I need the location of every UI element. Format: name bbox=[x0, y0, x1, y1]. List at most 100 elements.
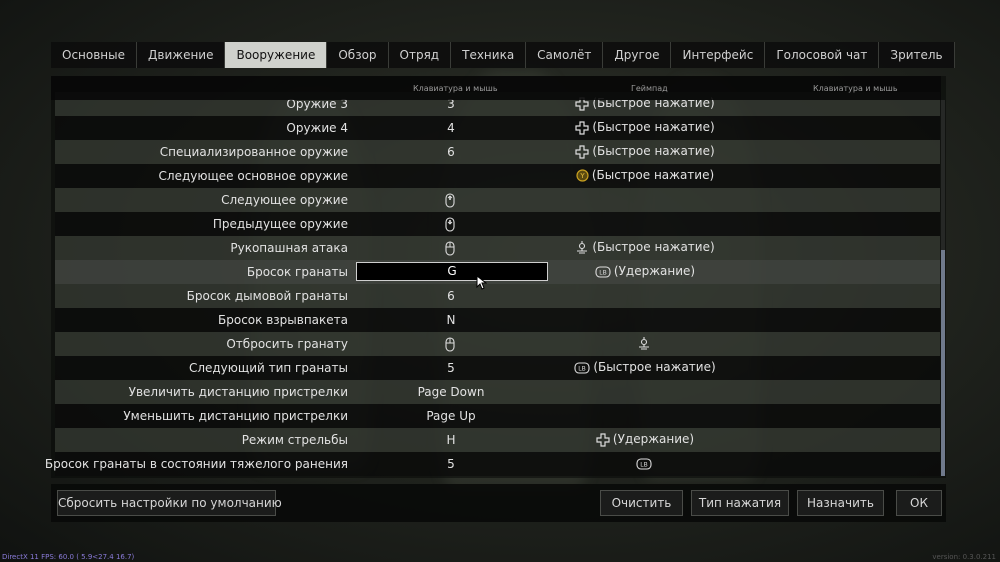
gamepad-binding-label: (Удержание) bbox=[612, 432, 695, 446]
action-name: Бросок гранаты в состоянии тяжелого ране… bbox=[44, 457, 348, 471]
mouse-wheel-down-icon bbox=[444, 217, 455, 232]
tab-other[interactable]: Другое bbox=[603, 42, 672, 68]
keyboard-binding[interactable]: 5 bbox=[356, 361, 546, 375]
keyboard-binding-label: H bbox=[446, 433, 456, 447]
keyboard-binding[interactable] bbox=[356, 337, 546, 352]
keyboard-binding[interactable]: Page Up bbox=[356, 409, 546, 423]
action-name: Следующий тип гранаты bbox=[188, 361, 348, 375]
keyboard-binding[interactable]: 6 bbox=[356, 289, 546, 303]
keybind-row[interactable]: Следующий тип гранаты 5 LB (Быстрое нажатие… bbox=[55, 356, 940, 380]
gamepad-binding[interactable]: (Удержание) bbox=[546, 432, 744, 447]
y-button-icon: Y bbox=[576, 169, 589, 182]
keyboard-binding-label: Page Up bbox=[426, 409, 476, 423]
svg-text:LB: LB bbox=[579, 365, 586, 372]
keybind-row[interactable]: Увеличить дистанцию пристрелки Page Down bbox=[55, 380, 940, 404]
action-name: Следующее оружие bbox=[221, 193, 348, 207]
mouse-button-icon bbox=[444, 337, 455, 352]
keyboard-binding-label: Page Down bbox=[417, 385, 485, 399]
tab-movement[interactable]: Движение bbox=[137, 42, 226, 68]
keybind-row[interactable]: Рукопашная атака (Быстрое нажатие) bbox=[55, 236, 940, 260]
keyboard-binding[interactable]: 5 bbox=[356, 457, 546, 471]
keybind-row[interactable]: Бросок дымовой гранаты 6 bbox=[55, 284, 940, 308]
keyboard-binding[interactable] bbox=[356, 217, 546, 232]
press-type-button[interactable]: Тип нажатия bbox=[691, 490, 789, 516]
tab-view[interactable]: Обзор bbox=[327, 42, 389, 68]
action-name: Предыдущее оружие bbox=[212, 217, 348, 231]
tab-weapons[interactable]: Вооружение bbox=[225, 42, 328, 68]
mouse-button-icon bbox=[444, 241, 455, 256]
dpad-icon bbox=[575, 120, 589, 135]
keybind-row[interactable]: Следующее оружие bbox=[55, 188, 940, 212]
gamepad-binding-label: (Быстрое нажатие) bbox=[591, 168, 715, 182]
gamepad-binding[interactable]: (Быстрое нажатие) bbox=[546, 144, 744, 159]
lb-icon: LB bbox=[635, 457, 652, 470]
mouse-cursor-icon bbox=[476, 274, 488, 294]
keyboard-binding-label: 5 bbox=[447, 361, 455, 375]
keybind-row[interactable]: Специализированное оружие 6 (Быстрое нажат… bbox=[55, 140, 940, 164]
reset-defaults-button[interactable]: Сбросить настройки по умолчанию bbox=[57, 490, 282, 516]
right-stick-icon bbox=[637, 336, 651, 351]
keyboard-binding[interactable]: Page Down bbox=[356, 385, 546, 399]
keybind-list: Оружие 3 3 (Быстрое нажатие) Оружие 4 4 (Быст… bbox=[45, 92, 940, 476]
tab-squad[interactable]: Отряд bbox=[388, 42, 452, 68]
gamepad-binding[interactable]: LB (Удержание) bbox=[546, 264, 744, 278]
tab-vehicles[interactable]: Техника bbox=[451, 42, 527, 68]
column-keyboard2-label: Клавиатура и мышь bbox=[813, 84, 898, 93]
keyboard-binding[interactable] bbox=[356, 241, 546, 256]
keybind-panel: Оружие 3 3 (Быстрое нажатие) Оружие 4 4 (Быст… bbox=[45, 76, 946, 478]
version-label: version: 0.3.0.211 bbox=[932, 553, 996, 561]
ok-button[interactable]: ОК bbox=[896, 490, 942, 516]
tab-bar: Основные Движение Вооружение Обзор Отряд… bbox=[51, 42, 955, 68]
keyboard-binding[interactable] bbox=[356, 193, 546, 208]
fps-status: DirectX 11 FPS: 60.0 ( 5.9<27.4 16.7) bbox=[2, 553, 135, 561]
tab-voice-chat[interactable]: Голосовой чат bbox=[765, 42, 880, 68]
action-name: Специализированное оружие bbox=[159, 145, 348, 159]
tab-basic[interactable]: Основные bbox=[51, 42, 138, 68]
gamepad-binding[interactable]: Y (Быстрое нажатие) bbox=[546, 168, 744, 182]
keybind-row[interactable]: Режим стрельбы H (Удержание) bbox=[55, 428, 940, 452]
clear-button[interactable]: Очистить bbox=[600, 490, 683, 516]
keyboard-binding-label: 6 bbox=[447, 289, 455, 303]
tab-interface[interactable]: Интерфейс bbox=[671, 42, 766, 68]
keybind-row[interactable]: Оружие 4 4 (Быстрое нажатие) bbox=[55, 116, 940, 140]
gamepad-binding[interactable]: (Быстрое нажатие) bbox=[546, 120, 744, 135]
mouse-wheel-up-icon bbox=[444, 193, 455, 208]
gamepad-binding[interactable]: LB bbox=[546, 456, 744, 470]
keybind-row[interactable]: Бросок гранаты G LB (Удержание) bbox=[55, 260, 940, 284]
action-name: Режим стрельбы bbox=[241, 433, 348, 447]
keybind-row[interactable]: Предыдущее оружие bbox=[55, 212, 940, 236]
gamepad-binding[interactable]: LB (Быстрое нажатие) bbox=[546, 360, 744, 374]
action-name: Оружие 4 bbox=[286, 121, 348, 135]
action-name: Бросок гранаты bbox=[246, 265, 348, 279]
keyboard-binding[interactable]: 6 bbox=[356, 145, 546, 159]
keybind-row[interactable]: Уменьшить дистанцию пристрелки Page Up bbox=[55, 404, 940, 428]
tab-spectator[interactable]: Зритель bbox=[879, 42, 955, 68]
keybind-row[interactable]: Отбросить гранату bbox=[55, 332, 940, 356]
svg-text:LB: LB bbox=[640, 461, 647, 468]
scrollbar[interactable] bbox=[941, 100, 945, 476]
keyboard-binding-label: 6 bbox=[447, 145, 455, 159]
dpad-icon bbox=[596, 432, 610, 447]
keyboard-binding-label: G bbox=[447, 264, 457, 278]
keybind-row[interactable]: Бросок взрывпакета N bbox=[55, 308, 940, 332]
action-name: Следующее основное оружие bbox=[158, 169, 348, 183]
gamepad-binding-label: (Быстрое нажатие) bbox=[592, 240, 715, 254]
tab-aircraft[interactable]: Самолёт bbox=[526, 42, 604, 68]
gamepad-binding-label: (Быстрое нажатие) bbox=[592, 120, 715, 134]
action-name: Увеличить дистанцию пристрелки bbox=[128, 385, 348, 399]
gamepad-binding[interactable]: (Быстрое нажатие) bbox=[546, 240, 744, 255]
keyboard-binding[interactable]: G bbox=[356, 262, 548, 281]
footer-bar: Сбросить настройки по умолчанию Очистить… bbox=[51, 484, 946, 522]
gamepad-binding-label: (Удержание) bbox=[613, 264, 696, 278]
assign-button[interactable]: Назначить bbox=[797, 490, 884, 516]
keybind-row[interactable]: Бросок гранаты в состоянии тяжелого ране… bbox=[45, 452, 940, 476]
keyboard-binding[interactable]: N bbox=[356, 313, 546, 327]
keyboard-binding[interactable]: 4 bbox=[356, 121, 546, 135]
keybind-row[interactable]: Следующее основное оружие Y (Быстрое нажат… bbox=[55, 164, 940, 188]
keyboard-binding[interactable]: H bbox=[356, 433, 546, 447]
gamepad-binding[interactable] bbox=[546, 336, 744, 351]
action-name: Уменьшить дистанцию пристрелки bbox=[123, 409, 348, 423]
column-header: Клавиатура и мышь Геймпад Клавиатура и м… bbox=[51, 76, 941, 100]
action-name: Бросок дымовой гранаты bbox=[186, 289, 348, 303]
scrollbar-thumb[interactable] bbox=[941, 250, 945, 476]
